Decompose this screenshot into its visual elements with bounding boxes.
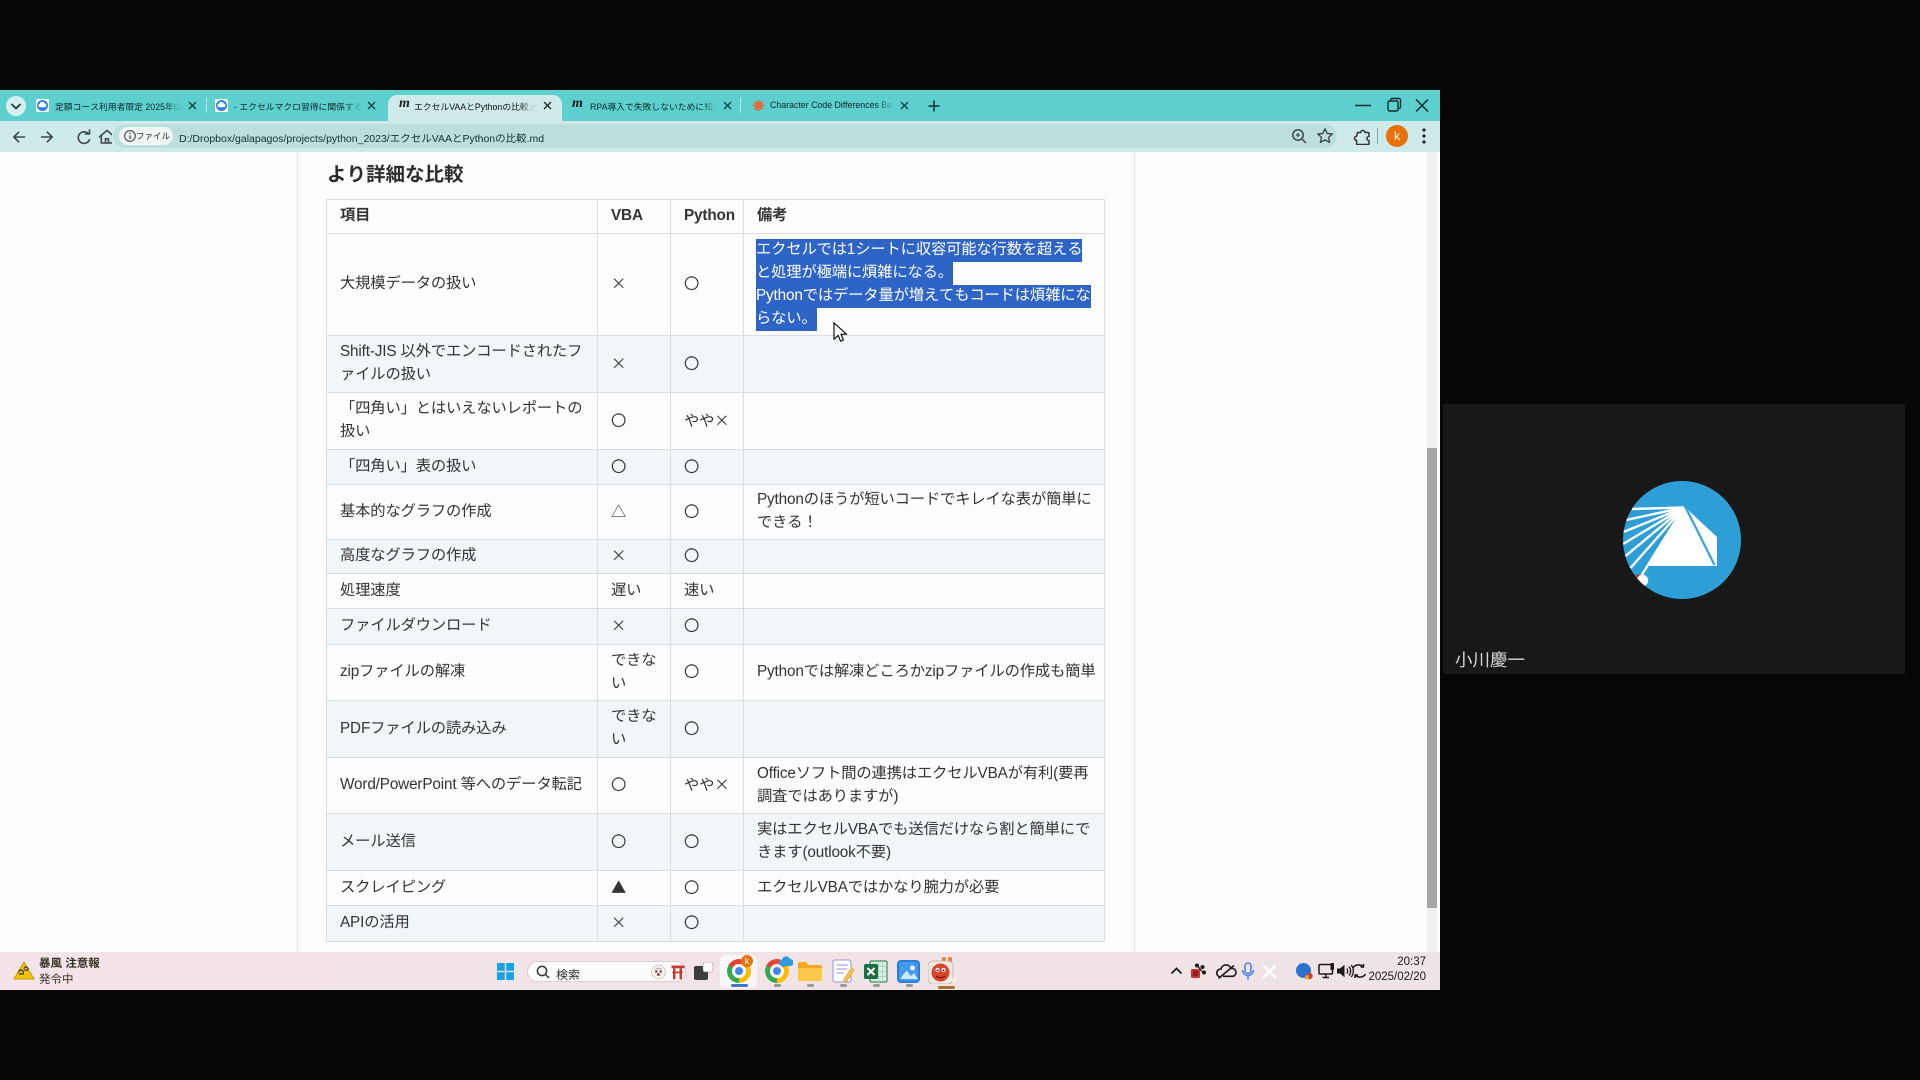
svg-text:FW: FW [947, 978, 957, 984]
